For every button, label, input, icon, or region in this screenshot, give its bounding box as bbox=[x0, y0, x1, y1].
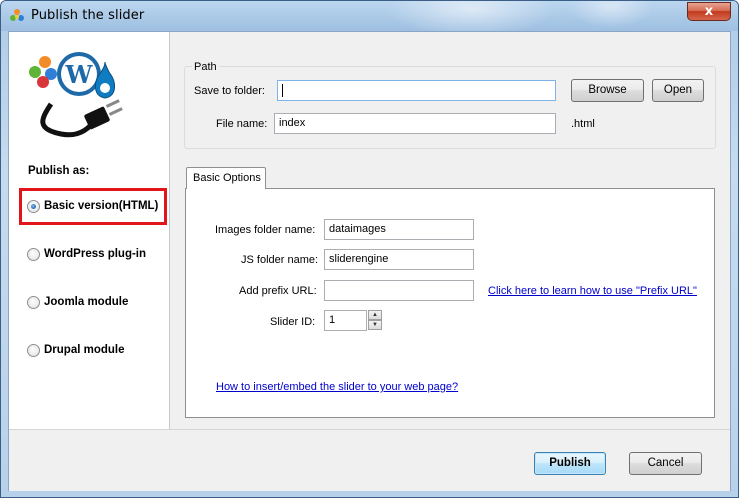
browse-button[interactable]: Browse bbox=[571, 79, 644, 102]
path-group-legend: Path bbox=[192, 61, 219, 73]
slider-id-input[interactable]: 1 bbox=[324, 310, 367, 331]
tab-basic-options[interactable]: Basic Options bbox=[186, 167, 266, 189]
slider-id-label: Slider ID: bbox=[270, 316, 316, 328]
publish-type-panel: W Publish as: Basic version(HTML) WordPr… bbox=[9, 32, 170, 429]
save-to-folder-label: Save to folder: bbox=[194, 85, 265, 97]
js-folder-label: JS folder name: bbox=[241, 254, 319, 266]
open-button[interactable]: Open bbox=[652, 79, 704, 102]
publish-button[interactable]: Publish bbox=[534, 452, 606, 475]
radio-basic-html[interactable]: Basic version(HTML) bbox=[27, 197, 158, 215]
js-folder-input[interactable]: sliderengine bbox=[324, 249, 474, 270]
prefix-url-help-link[interactable]: Click here to learn how to use "Prefix U… bbox=[488, 285, 697, 297]
file-name-input[interactable]: index bbox=[274, 113, 556, 134]
images-folder-input[interactable]: dataimages bbox=[324, 219, 474, 240]
slider-id-stepper[interactable]: 1 ▲ ▼ bbox=[324, 310, 382, 331]
spin-down-icon[interactable]: ▼ bbox=[368, 320, 382, 330]
window-title: Publish the slider bbox=[31, 8, 145, 23]
publish-as-label: Publish as: bbox=[28, 165, 90, 177]
radio-label: Basic version(HTML) bbox=[44, 200, 159, 212]
close-button[interactable]: x bbox=[687, 2, 731, 21]
images-folder-label: Images folder name: bbox=[215, 224, 316, 236]
dialog-client-area: W Publish as: Basic version(HTML) WordPr… bbox=[8, 31, 731, 491]
radio-label: WordPress plug-in bbox=[44, 248, 147, 260]
radio-button-checked[interactable] bbox=[27, 199, 40, 213]
prefix-url-input[interactable] bbox=[324, 280, 474, 301]
cms-plug-logo-icon: W bbox=[29, 52, 123, 138]
publish-dialog: Publish the slider x W Publish as: Basic… bbox=[0, 0, 739, 498]
radio-drupal-module[interactable]: Drupal module bbox=[27, 341, 125, 359]
title-bar: Publish the slider x bbox=[1, 1, 738, 31]
radio-joomla-module[interactable]: Joomla module bbox=[27, 293, 128, 311]
save-to-folder-input[interactable] bbox=[277, 80, 556, 101]
prefix-url-label: Add prefix URL: bbox=[239, 285, 317, 297]
embed-help-link[interactable]: How to insert/embed the slider to your w… bbox=[216, 381, 458, 393]
radio-wordpress-plugin[interactable]: WordPress plug-in bbox=[27, 245, 146, 263]
radio-label: Drupal module bbox=[44, 344, 125, 356]
file-extension-label: .html bbox=[571, 118, 595, 130]
radio-label: Joomla module bbox=[44, 296, 129, 308]
radio-button[interactable] bbox=[27, 247, 40, 261]
cancel-button[interactable]: Cancel bbox=[629, 452, 702, 475]
svg-text:W: W bbox=[65, 60, 94, 89]
dialog-footer bbox=[9, 429, 730, 491]
app-icon bbox=[10, 9, 24, 21]
close-icon: x bbox=[704, 4, 714, 19]
spin-up-icon[interactable]: ▲ bbox=[368, 310, 382, 320]
text-caret bbox=[282, 83, 283, 97]
file-name-label: File name: bbox=[216, 118, 268, 130]
radio-button[interactable] bbox=[27, 343, 40, 357]
radio-button[interactable] bbox=[27, 295, 40, 309]
